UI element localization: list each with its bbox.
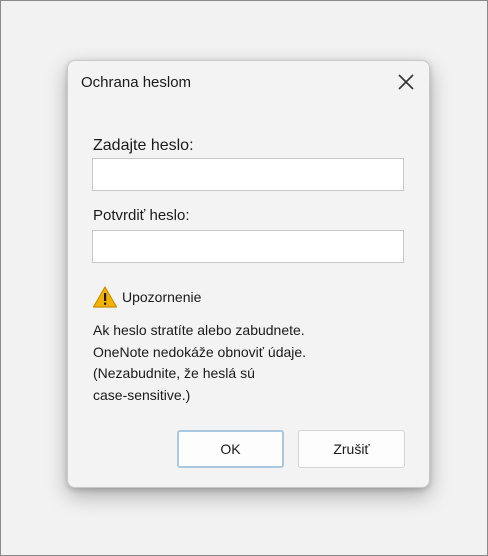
warning-line: case-sensitive.) (93, 386, 191, 403)
warning-header: Upozornenie (92, 285, 201, 309)
enter-password-input[interactable] (92, 158, 404, 191)
warning-triangle-icon (92, 286, 118, 308)
password-protection-dialog: Ochrana heslom Zadajte heslo: Potvrdiť h… (67, 60, 430, 488)
warning-line: (Nezabudnite, že heslá sú (93, 365, 255, 381)
close-icon (398, 74, 414, 90)
confirm-password-input[interactable] (92, 230, 404, 263)
warning-message: Ak heslo stratíte alebo zabudnete. OneNo… (93, 320, 393, 406)
warning-title: Upozornenie (122, 289, 202, 305)
warning-line: OneNote nedokáže obnoviť údaje. (93, 343, 307, 360)
close-button[interactable] (393, 69, 419, 95)
warning-line: Ak heslo stratíte alebo zabudnete. (93, 322, 305, 338)
enter-password-label: Zadajte heslo: (93, 137, 194, 154)
dialog-title: Ochrana heslom (81, 74, 192, 91)
cancel-button[interactable]: Zrušiť (298, 430, 405, 468)
ok-button[interactable]: OK (177, 430, 284, 468)
confirm-password-label: Potvrdiť heslo: (93, 207, 190, 224)
